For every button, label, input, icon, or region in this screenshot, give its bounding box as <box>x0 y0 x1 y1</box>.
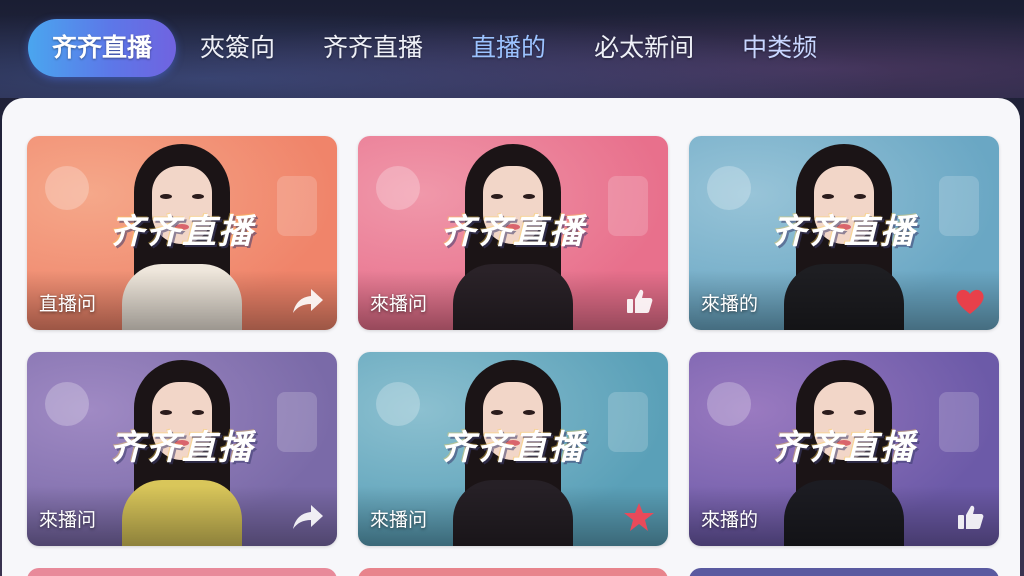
tab-qiqi-live-active[interactable]: 齐齐直播 <box>28 19 177 77</box>
stream-card[interactable]: 齐齐直播 來播的 <box>689 352 999 546</box>
tab-live[interactable]: 直播的 <box>447 19 570 77</box>
logo-watermark: 齐齐直播 <box>772 428 916 468</box>
next-row-card-peek[interactable] <box>358 568 668 576</box>
card-caption: 來播问 <box>39 509 97 531</box>
logo-watermark: 齐齐直播 <box>441 212 585 252</box>
logo-watermark: 齐齐直播 <box>772 212 916 252</box>
card-caption: 來播的 <box>701 509 759 531</box>
share-icon[interactable] <box>291 500 325 534</box>
star-icon[interactable] <box>622 500 656 534</box>
next-row-card-peek[interactable] <box>689 568 999 576</box>
tab-news[interactable]: 必太新间 <box>570 19 718 77</box>
channel-tabs: 齐齐直播 夾簽向 齐齐直播 直播的 必太新间 中类频 <box>28 19 841 77</box>
tab-qiqi-live[interactable]: 齐齐直播 <box>299 19 447 77</box>
logo-watermark: 齐齐直播 <box>441 428 585 468</box>
logo-watermark: 齐齐直播 <box>110 428 254 468</box>
card-caption: 直播问 <box>39 293 97 315</box>
top-nav-bar: 齐齐直播 夾簽向 齐齐直播 直播的 必太新间 中类频 <box>0 0 1024 98</box>
share-icon[interactable] <box>291 284 325 318</box>
stream-card[interactable]: 齐齐直播 直播问 <box>27 136 337 330</box>
stream-card[interactable]: 齐齐直播 來播的 <box>689 136 999 330</box>
stream-card[interactable]: 齐齐直播 來播问 <box>358 136 668 330</box>
tab-category[interactable]: 中类频 <box>718 19 841 77</box>
card-caption: 來播的 <box>701 293 759 315</box>
stream-card[interactable]: 齐齐直播 來播问 <box>27 352 337 546</box>
stream-card[interactable]: 齐齐直播 來播问 <box>358 352 668 546</box>
card-caption: 來播问 <box>370 293 428 315</box>
heart-icon[interactable] <box>953 284 987 318</box>
tab-2[interactable]: 夾簽向 <box>176 19 299 77</box>
next-row-card-peek[interactable] <box>27 568 337 576</box>
thumbs-up-icon[interactable] <box>953 500 987 534</box>
thumbs-up-icon[interactable] <box>622 284 656 318</box>
logo-watermark: 齐齐直播 <box>110 212 254 252</box>
card-caption: 來播问 <box>370 509 428 531</box>
